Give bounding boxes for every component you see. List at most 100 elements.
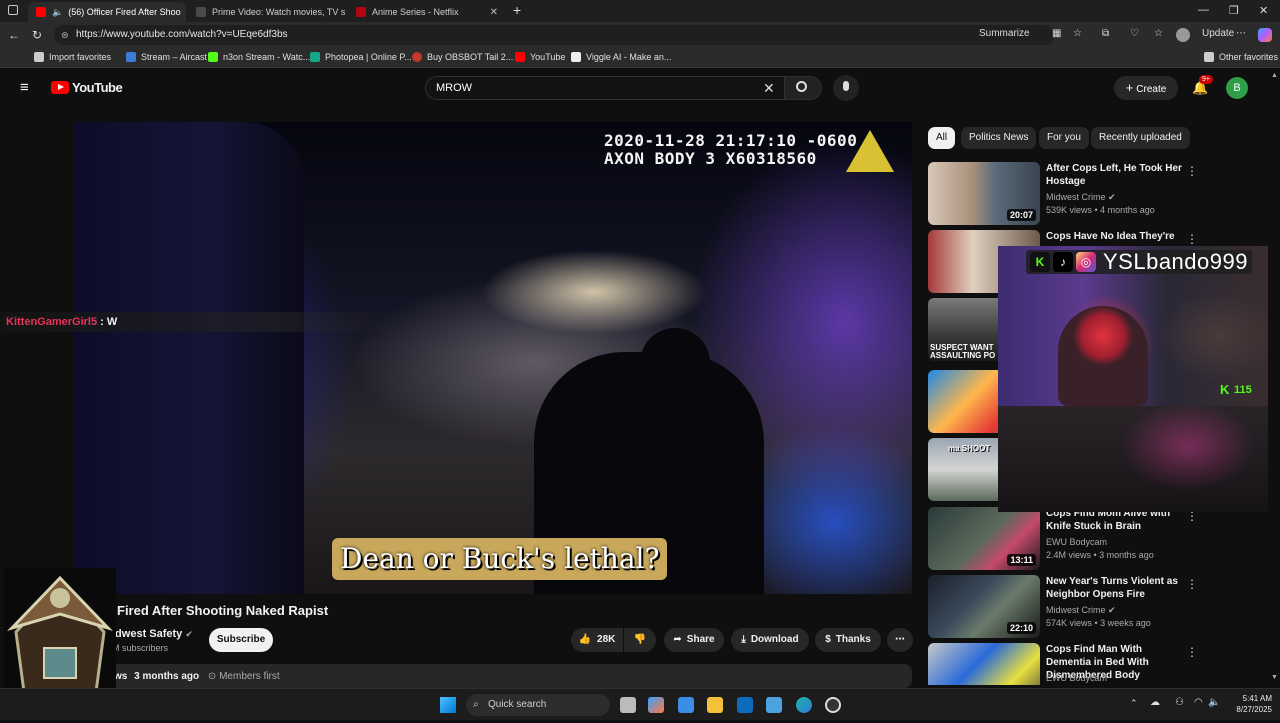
chat-overlay-message: KittenGamerGirl5 : W [0, 312, 400, 332]
tab-prime-video[interactable]: Prime Video: Watch movies, TV sl ✕ [188, 2, 346, 22]
search-input[interactable]: MROW ✕ [425, 76, 785, 100]
chip-recently-uploaded[interactable]: Recently uploaded [1091, 127, 1190, 149]
bookmark-aircast[interactable]: Stream – Aircast [126, 52, 207, 62]
file-explorer-icon[interactable] [707, 697, 723, 713]
tray-app-icon[interactable]: ⚇ [1175, 697, 1184, 708]
browser-essentials-icon[interactable]: ♡ [1130, 28, 1139, 39]
recommended-video[interactable]: 22:10 New Year's Turns Violent as Neighb… [928, 575, 1258, 639]
clear-search-icon[interactable]: ✕ [763, 77, 775, 99]
chip-politics-news[interactable]: Politics News [961, 127, 1037, 149]
chip-all[interactable]: All [928, 127, 956, 149]
bookmark-n3on[interactable]: n3on Stream - Watc... [208, 52, 310, 62]
more-menu-icon[interactable]: ⋯ [1236, 28, 1246, 39]
subscribe-button[interactable]: Subscribe [209, 628, 273, 652]
summarize-button[interactable]: Summarize [979, 28, 1030, 39]
copilot-taskbar-icon[interactable] [648, 697, 664, 713]
wifi-icon[interactable]: ◠ [1194, 697, 1203, 708]
profile-avatar[interactable] [1176, 28, 1190, 42]
split-view-icon[interactable]: ▦ [1052, 28, 1061, 39]
copilot-icon[interactable] [1258, 28, 1272, 42]
more-actions-button[interactable]: ⋯ [887, 628, 913, 652]
taskbar-clock[interactable]: 5:41 AM 8/27/2025 [1222, 693, 1272, 715]
aircast-icon [126, 52, 136, 62]
thanks-button[interactable]: $ Thanks [815, 628, 881, 652]
volume-icon[interactable]: 🔈 [1208, 697, 1220, 708]
url-field[interactable]: ⊜ https://www.youtube.com/watch?v=UEqe6d… [54, 25, 1054, 45]
bookmark-other-favorites[interactable]: Other favorites [1204, 52, 1278, 62]
video-player[interactable]: 2020-11-28 21:17:10 -0600 AXON BODY 3 X6… [74, 122, 912, 594]
close-tab-icon[interactable]: ✕ [181, 7, 186, 18]
taskbar-search-input[interactable]: ⌕ Quick search [466, 694, 610, 716]
account-avatar[interactable]: B [1226, 77, 1248, 99]
bookmark-youtube[interactable]: YouTube [515, 52, 565, 62]
share-label: Share [686, 634, 715, 645]
video-channel[interactable]: Midwest Crime ✔ [1046, 192, 1116, 203]
update-button[interactable]: Update [1202, 28, 1234, 39]
scroll-down-icon[interactable]: ▼ [1271, 674, 1278, 681]
youtube-logo[interactable]: YouTube [51, 80, 123, 95]
recommended-video[interactable]: Cops Find Man With Dementia in Bed With … [928, 643, 1258, 685]
maximize-icon[interactable]: ❐ [1229, 4, 1239, 17]
axon-logo-icon [846, 130, 894, 172]
video-thumbnail[interactable] [928, 643, 1040, 685]
bookmark-obsbot[interactable]: Buy OBSBOT Tail 2... [412, 52, 513, 62]
scroll-up-icon[interactable]: ▲ [1271, 72, 1278, 79]
video-title[interactable]: Cops Have No Idea They're [1046, 230, 1186, 243]
windows-start-icon[interactable] [440, 697, 456, 713]
video-title[interactable]: After Cops Left, He Took Her Hostage [1046, 162, 1186, 188]
bookmark-viggle[interactable]: Viggle AI - Make an... [571, 52, 671, 62]
video-thumbnail[interactable]: 22:10 [928, 575, 1040, 638]
close-tab-icon[interactable]: ✕ [486, 7, 498, 18]
download-button[interactable]: ⤓ Download [731, 628, 809, 652]
hamburger-menu-icon[interactable]: ≡ [20, 79, 29, 96]
like-button[interactable]: 👍 28K [571, 628, 623, 652]
photos-icon[interactable] [766, 697, 782, 713]
tab-actions-icon[interactable] [8, 5, 18, 15]
obs-icon[interactable] [825, 697, 841, 713]
create-label: Create [1136, 84, 1167, 95]
video-thumbnail[interactable]: 20:07 [928, 162, 1040, 225]
recommended-video[interactable]: 20:07 After Cops Left, He Took Her Hosta… [928, 162, 1258, 226]
close-window-icon[interactable]: ✕ [1259, 4, 1268, 17]
recommended-video[interactable]: 13:11 Cops Find Mom Alive with Knife Stu… [928, 507, 1258, 571]
store-icon[interactable] [678, 697, 694, 713]
new-tab-icon[interactable]: + [513, 2, 521, 18]
tab-youtube[interactable]: 🔈 (56) Officer Fired After Shoo ✕ [28, 2, 186, 22]
channel-name[interactable]: idwest Safety ✔ [112, 628, 193, 640]
dislike-button[interactable]: 👎 [624, 628, 656, 652]
kebab-menu-icon[interactable]: ⋮ [1186, 164, 1198, 178]
video-thumbnail[interactable]: 13:11 [928, 507, 1040, 570]
minimize-icon[interactable]: — [1198, 4, 1209, 16]
voice-search-button[interactable] [833, 75, 859, 101]
refresh-icon[interactable]: ↻ [32, 28, 42, 42]
audio-icon[interactable]: 🔈 [52, 7, 63, 18]
search-button[interactable] [784, 76, 822, 100]
bookmark-label: Import favorites [49, 52, 112, 62]
bookmark-photopea[interactable]: Photopea | Online P... [310, 52, 412, 62]
page-scrollbar[interactable]: ▲ ▼ [1268, 70, 1280, 688]
tray-chevron-icon[interactable]: ⌃ [1130, 698, 1138, 709]
chip-for-you[interactable]: For you [1039, 127, 1089, 149]
outlook-icon[interactable] [737, 697, 753, 713]
extensions-icon[interactable]: ⧉ [1102, 28, 1109, 39]
kebab-menu-icon[interactable]: ⋮ [1186, 645, 1198, 659]
video-channel[interactable]: EWU Bodycam [1046, 673, 1107, 683]
favorite-star-icon[interactable]: ☆ [1073, 28, 1082, 39]
edge-icon[interactable] [796, 697, 812, 713]
kebab-menu-icon[interactable]: ⋮ [1186, 577, 1198, 591]
video-title[interactable]: New Year's Turns Violent as Neighbor Ope… [1046, 575, 1186, 601]
create-button[interactable]: + Create [1114, 76, 1178, 100]
video-channel[interactable]: EWU Bodycam [1046, 537, 1107, 547]
tab-netflix[interactable]: Anime Series - Netflix ✕ [348, 2, 506, 22]
description-box[interactable]: ws 3 months ago ⊙ Members first [74, 664, 912, 688]
onedrive-icon[interactable]: ☁ [1150, 697, 1160, 708]
collections-icon[interactable]: ☆ [1154, 28, 1163, 39]
back-icon[interactable]: ← [8, 28, 20, 42]
task-view-icon[interactable] [620, 697, 636, 713]
bookmark-import-favorites[interactable]: Import favorites [34, 52, 111, 62]
kebab-menu-icon[interactable]: ⋮ [1186, 232, 1198, 246]
share-button[interactable]: ➦ Share [664, 628, 724, 652]
site-info-icon[interactable]: ⊜ [61, 25, 69, 45]
video-channel[interactable]: Midwest Crime ✔ [1046, 605, 1116, 616]
video-channel-text: Midwest Crime [1046, 192, 1106, 202]
